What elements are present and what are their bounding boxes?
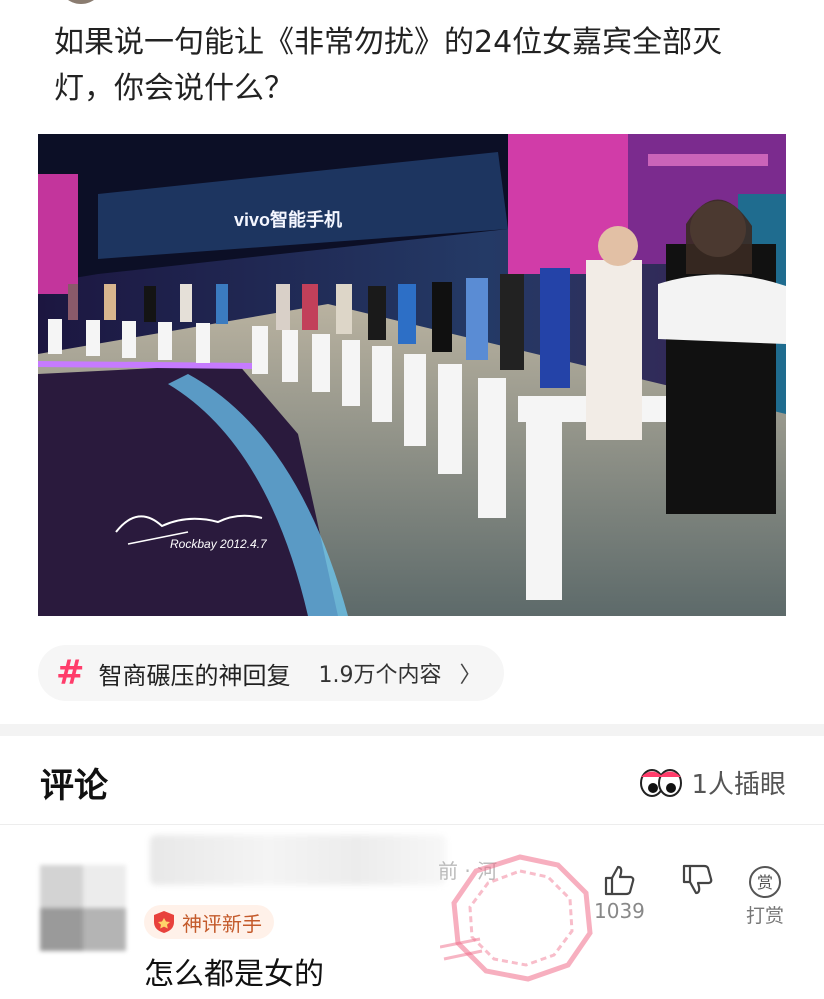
comment-item: 前 · 河 神评新手 怎么都是女的 1039 赏 打赏: [0, 825, 824, 999]
svg-text:Rockbay 2012.4.7: Rockbay 2012.4.7: [170, 537, 268, 551]
like-button[interactable]: 1039: [594, 863, 645, 923]
reward-icon: 赏: [749, 866, 781, 898]
question-title[interactable]: 如果说一句能让《非常勿扰》的24位女嘉宾全部灭灯，你会说什么？: [54, 20, 774, 112]
like-count: 1039: [594, 899, 645, 923]
topic-chip[interactable]: # 智商碾压的神回复 1.9万个内容 〉: [38, 645, 504, 701]
section-divider: [0, 724, 824, 736]
topic-name: 智商碾压的神回复: [98, 661, 291, 690]
badge[interactable]: 神评新手: [144, 905, 274, 939]
svg-text:赏: 赏: [757, 873, 773, 892]
chevron-right-icon: 〉: [459, 663, 482, 688]
commenter-avatar[interactable]: [40, 865, 126, 951]
comment-text: 怎么都是女的: [144, 957, 324, 992]
thumbs-down-icon: [682, 864, 713, 895]
reward-label: 打赏: [746, 905, 785, 927]
eyes-icon: [640, 768, 683, 797]
badge-label: 神评新手: [182, 911, 262, 936]
reward-button[interactable]: 赏 打赏: [746, 865, 784, 928]
screen-text: vivo智能手机: [234, 209, 342, 230]
comments-header: 评论 1人插眼: [0, 736, 824, 825]
commenter-name[interactable]: [150, 835, 446, 885]
hash-icon: #: [56, 653, 85, 693]
post-image[interactable]: vivo智能手机 Rockbay 2012.4.7: [38, 134, 786, 616]
watch-count: 1人插眼: [691, 770, 786, 800]
watch-button[interactable]: 1人插眼: [639, 764, 786, 801]
comments-title: 评论: [40, 766, 108, 806]
thumbs-up-icon: [605, 865, 635, 896]
stamp-icon: [440, 854, 593, 982]
topic-count: 1.9万个内容: [318, 663, 442, 688]
dislike-button[interactable]: [680, 863, 714, 897]
shield-icon: [154, 911, 174, 933]
stage-photo: vivo智能手机 Rockbay 2012.4.7: [38, 134, 786, 616]
